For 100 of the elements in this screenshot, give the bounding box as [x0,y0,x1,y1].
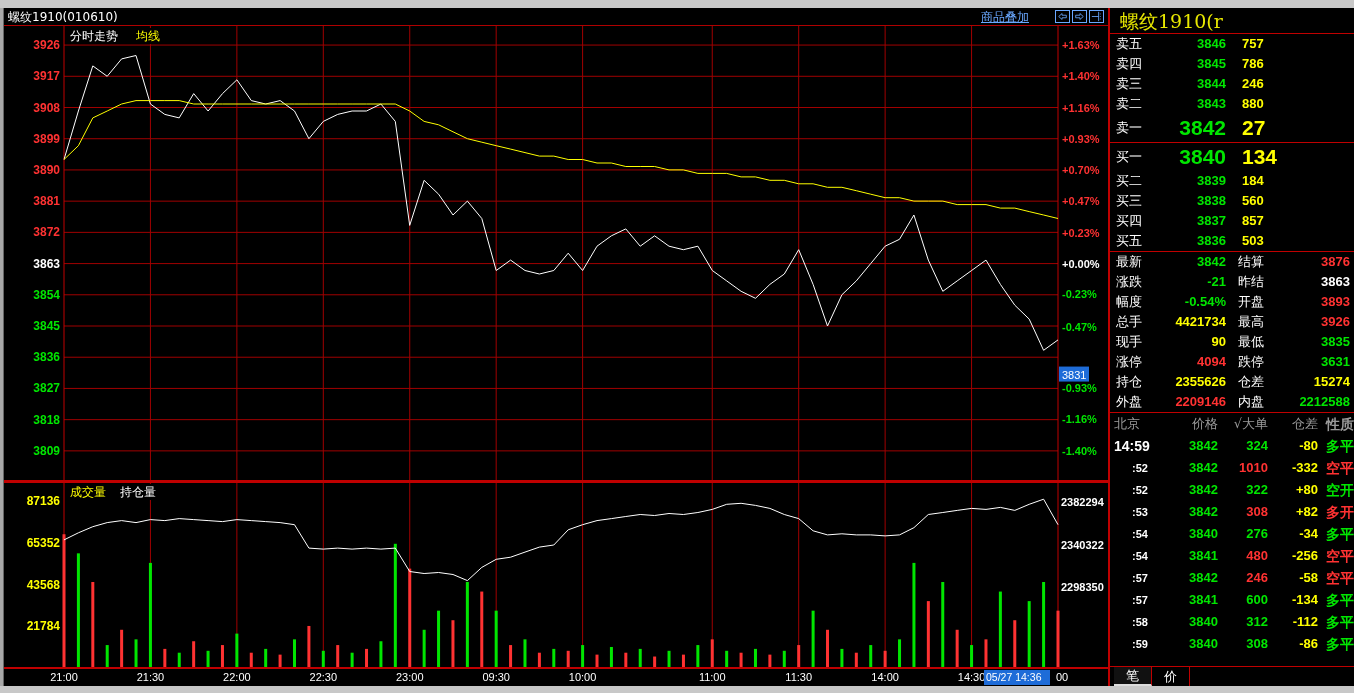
trade-type: 多平 [1325,524,1354,544]
volume-bar [926,601,930,668]
volume-bar [206,650,210,668]
volume-bar [264,648,268,668]
axis-label: 21:00 [50,671,78,683]
stat-value: 2355626 [1174,373,1226,391]
legend-label: 分时走势 [70,29,118,43]
volume-bar [970,645,974,668]
volume-bar [638,648,642,668]
volume-bar [220,645,224,668]
order-label: 买二 [1116,172,1143,191]
right-arrow-icon[interactable] [1072,10,1087,23]
axis-label: 2298350 [1061,581,1104,594]
trade-time: 14:59 [1114,436,1151,456]
trade-type: 空平 [1325,546,1354,566]
stat-value: -0.54% [1183,293,1226,311]
volume-bar [739,652,743,668]
trade-time: :54 [1131,526,1149,542]
axis-label: 23:00 [395,671,424,683]
axis-label: +0.47% [1062,194,1100,207]
volume-bar [725,650,729,668]
axis-label: 11:30 [785,671,813,683]
axis-label: 3899 [33,131,60,146]
stat-label: 涨跌 [1116,273,1143,291]
volume-bar [278,654,282,668]
order-label: 卖五 [1116,35,1143,54]
overlay-link[interactable]: 商品叠加 [981,7,1029,26]
volume-bar [840,648,844,668]
panel-tab[interactable]: 笔 [1114,667,1152,686]
axis-label: 3890 [33,162,60,177]
axis-label: 3917 [33,69,60,84]
trade-type: 空开 [1325,480,1354,500]
axis-label: +0.00% [1062,257,1100,270]
trade-volume: 322 [1245,481,1268,500]
axis-label: 3818 [33,412,60,427]
left-arrow-icon[interactable] [1055,10,1070,23]
order-label: 买三 [1116,192,1143,211]
volume-bar [1056,610,1060,668]
volume-bar [984,639,988,668]
axis-label: +1.40% [1062,70,1100,82]
order-price: 3838 [1196,192,1226,211]
trade-time: :57 [1131,592,1149,608]
open-interest-change: -80 [1298,437,1318,456]
order-label: 买一 [1116,148,1143,167]
stat-label: 最新 [1116,253,1143,271]
volume-bar [681,654,685,668]
trade-price: 3842 [1188,503,1218,522]
trade-time: :57 [1131,570,1149,586]
axis-label: 22:00 [223,671,251,683]
legend-label: 均线 [136,29,160,43]
volume-bar [581,645,585,668]
volume-bar [696,645,700,668]
order-volume: 27 [1242,115,1266,142]
volume-bar [883,650,887,668]
axis-label: -1.16% [1062,413,1097,426]
volume-bar [249,652,253,668]
stat-value: 3863 [1320,273,1350,291]
axis-label: 00 [1055,671,1069,683]
stat-value: 4421734 [1174,313,1226,331]
order-price: 3846 [1196,35,1226,54]
volume-bar [1027,601,1031,668]
order-volume: 560 [1242,192,1264,211]
volume-bar [854,652,858,668]
stat-label: 最高 [1237,313,1265,331]
stat-label: 最低 [1237,333,1265,351]
order-price: 3837 [1196,212,1226,231]
axis-label: 09:30 [482,671,510,683]
trade-volume: 312 [1245,613,1268,632]
axis-label: 65352 [26,536,60,551]
stat-label: 总手 [1116,313,1143,331]
stat-value: 2209146 [1174,393,1226,411]
trade-volume: 324 [1245,437,1268,456]
order-price: 3839 [1196,172,1226,191]
axis-label: -1.40% [1062,445,1097,458]
volume-bar [667,650,671,668]
axis-label: 22:30 [309,671,338,683]
stat-label: 内盘 [1237,393,1265,411]
open-interest-change: +82 [1294,503,1318,522]
order-price: 3836 [1196,232,1226,251]
volume-bar [437,610,441,668]
volume-bar [537,652,541,668]
stat-value: 3926 [1320,313,1350,331]
axis-label: 2340322 [1061,538,1104,551]
trade-time: :59 [1131,636,1149,652]
stat-value: 3842 [1196,253,1226,271]
volume-bar [826,629,829,668]
stat-label: 外盘 [1116,393,1143,411]
volume-bar [955,629,959,668]
volume-bar [595,654,599,668]
stat-label: 现手 [1116,333,1143,351]
stat-value: 3631 [1320,353,1350,371]
trade-type: 多开 [1325,502,1354,522]
symbol-title: 螺纹1910(010610) [8,8,118,26]
volume-bar [782,650,786,668]
open-interest-change: -134 [1290,591,1318,610]
layout-icon[interactable] [1089,10,1104,23]
trade-price: 3842 [1188,437,1218,456]
volume-bar [336,645,340,668]
volume-bar [1013,620,1017,668]
axis-label: 3863 [33,256,60,271]
